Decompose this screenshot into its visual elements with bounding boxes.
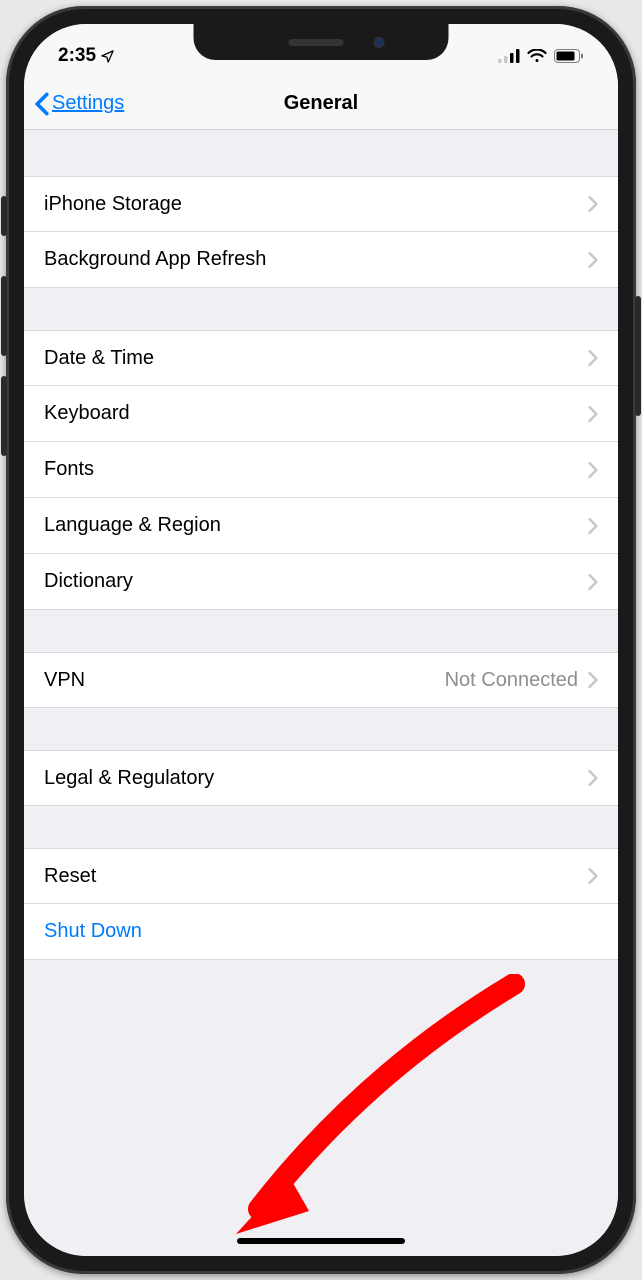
settings-group: Date & Time Keyboard Fonts Language & Regio… — [24, 330, 618, 610]
chevron-left-icon — [34, 92, 50, 116]
speaker — [288, 39, 343, 46]
status-time: 2:35 — [58, 45, 96, 67]
nav-bar: Settings General — [24, 78, 618, 130]
chevron-right-icon — [588, 672, 598, 688]
chevron-right-icon — [588, 868, 598, 884]
settings-group: VPNNot Connected — [24, 652, 618, 708]
row-iphone-storage[interactable]: iPhone Storage — [24, 176, 618, 232]
row-label: VPN — [44, 669, 445, 692]
chevron-right-icon — [588, 462, 598, 478]
volume-down-button — [1, 376, 7, 456]
row-label: Reset — [44, 865, 588, 888]
row-language-region[interactable]: Language & Region — [24, 498, 618, 554]
row-reset[interactable]: Reset — [24, 848, 618, 904]
screen: 2:35 — [24, 24, 618, 1256]
chevron-right-icon — [588, 770, 598, 786]
chevron-right-icon — [588, 518, 598, 534]
settings-content[interactable]: iPhone Storage Background App Refresh Date… — [24, 130, 618, 1256]
cellular-signal-icon — [498, 49, 520, 63]
row-dictionary[interactable]: Dictionary — [24, 554, 618, 610]
chevron-right-icon — [588, 350, 598, 366]
nav-title: General — [284, 92, 358, 115]
row-shut-down[interactable]: Shut Down — [24, 904, 618, 960]
wifi-icon — [527, 49, 547, 63]
row-background-app-refresh[interactable]: Background App Refresh — [24, 232, 618, 288]
notch — [194, 24, 449, 60]
row-detail: Not Connected — [445, 669, 578, 692]
row-label: Shut Down — [44, 920, 598, 943]
row-label: Background App Refresh — [44, 248, 588, 271]
row-label: Legal & Regulatory — [44, 767, 588, 790]
home-indicator[interactable] — [237, 1238, 405, 1244]
battery-icon — [554, 49, 584, 63]
settings-group: Reset Shut Down — [24, 848, 618, 960]
row-label: Dictionary — [44, 570, 588, 593]
row-date-time[interactable]: Date & Time — [24, 330, 618, 386]
chevron-right-icon — [588, 574, 598, 590]
row-label: Keyboard — [44, 402, 588, 425]
back-label: Settings — [52, 92, 124, 115]
chevron-right-icon — [588, 196, 598, 212]
row-label: iPhone Storage — [44, 193, 588, 216]
location-arrow-icon — [100, 49, 115, 64]
row-label: Fonts — [44, 458, 588, 481]
row-label: Language & Region — [44, 514, 588, 537]
row-vpn[interactable]: VPNNot Connected — [24, 652, 618, 708]
row-legal-regulatory[interactable]: Legal & Regulatory — [24, 750, 618, 806]
settings-group: Legal & Regulatory — [24, 750, 618, 806]
power-button — [635, 296, 641, 416]
back-button[interactable]: Settings — [34, 92, 124, 116]
row-fonts[interactable]: Fonts — [24, 442, 618, 498]
chevron-right-icon — [588, 406, 598, 422]
device-frame: 2:35 — [6, 6, 636, 1274]
settings-group: iPhone Storage Background App Refresh — [24, 176, 618, 288]
volume-up-button — [1, 276, 7, 356]
row-keyboard[interactable]: Keyboard — [24, 386, 618, 442]
mute-switch — [1, 196, 7, 236]
front-camera — [373, 37, 384, 48]
chevron-right-icon — [588, 252, 598, 268]
row-label: Date & Time — [44, 347, 588, 370]
